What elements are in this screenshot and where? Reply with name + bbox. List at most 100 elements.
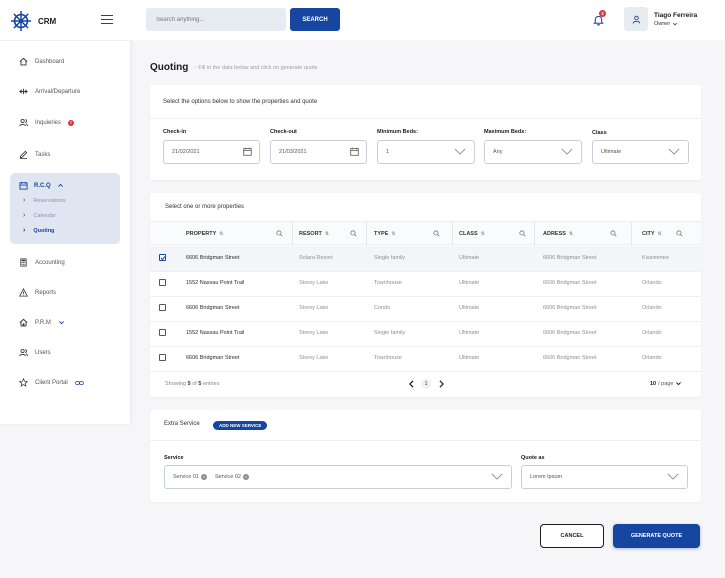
sidebar-item-client-portal[interactable]: Client Portal (19, 378, 84, 387)
sidebar-subitem-quoting[interactable]: › Quoting (23, 227, 54, 234)
sort-icon: ⇅ (324, 231, 330, 237)
filters-card: Select the options below to show the pro… (150, 85, 701, 180)
column-header-property[interactable]: PROPERTY ⇅ (186, 222, 223, 246)
max-beds-label: Maximum Beds: (484, 129, 527, 135)
sidebar-item-accounting[interactable]: Accounting (19, 258, 65, 267)
column-header-resort[interactable]: RESORT ⇅ (299, 222, 329, 246)
chevron-right-icon: › (23, 197, 26, 204)
chevron-right-icon: › (23, 227, 26, 234)
max-beds-select[interactable]: Any (484, 140, 582, 164)
subitem-label: Quoting (33, 227, 55, 234)
sort-icon: ⇅ (568, 231, 574, 237)
table-row[interactable]: 6606 Bridgman Street Storey Lake Townhou… (150, 346, 701, 371)
sidebar-item-rcq[interactable]: R.C.Q (19, 181, 64, 190)
sidebar-item-label: P.R.M (35, 319, 51, 326)
close-icon[interactable]: × (243, 474, 249, 480)
add-new-service-button[interactable]: ADD NEW SERVICE (213, 421, 268, 430)
cell-type: Single family (374, 255, 406, 261)
column-divider (534, 222, 535, 246)
calculator-icon (20, 258, 27, 267)
column-header-city[interactable]: CITY ⇅ (642, 222, 662, 246)
table-row[interactable]: 1552 Nassau Point Trail Storey Lake Town… (150, 271, 701, 296)
service-tag-label: Service 02 (215, 474, 241, 480)
card-divider (150, 440, 701, 441)
search-icon[interactable] (276, 230, 283, 237)
header-label: RESORT (299, 231, 322, 237)
row-checkbox[interactable] (159, 254, 166, 261)
sidebar-item-dashboard[interactable]: Dashboard (19, 57, 64, 66)
quote-as-select[interactable]: Lorem Ipsum (521, 465, 688, 489)
cell-address: 6606 Bridgman Street (543, 330, 597, 336)
sidebar-item-reports[interactable]: Reports (19, 288, 56, 297)
checkin-date-field[interactable]: 21/02/2021 (163, 140, 260, 164)
user-icon (632, 15, 640, 24)
sidebar-item-tasks[interactable]: Tasks (19, 150, 50, 159)
sidebar-divider (0, 40, 130, 41)
search-icon[interactable] (519, 230, 526, 237)
page-size-select[interactable]: 10 / page (650, 380, 682, 387)
chevron-right-icon: › (23, 212, 26, 219)
max-beds-value: Any (493, 149, 503, 155)
column-header-address[interactable]: ADRESS ⇅ (543, 222, 573, 246)
table-row[interactable]: 6606 Bridgman Street Storey Lake Condo U… (150, 296, 701, 321)
cell-class: Ultimate (459, 355, 480, 361)
search-icon[interactable] (433, 230, 440, 237)
users-icon (19, 118, 28, 127)
card-divider (150, 118, 701, 119)
row-checkbox[interactable] (159, 279, 166, 286)
sidebar-item-inquieries[interactable]: Inquieries ! (19, 118, 75, 127)
row-checkbox[interactable] (159, 304, 166, 311)
search-icon[interactable] (350, 230, 357, 237)
column-header-type[interactable]: TYPE ⇅ (374, 222, 396, 246)
summary-suffix: entries (202, 381, 220, 387)
search-icon[interactable] (676, 230, 683, 237)
chevron-left-icon[interactable] (408, 380, 415, 388)
cell-address: 6606 Bridgman Street (543, 355, 597, 361)
pagination-page[interactable]: 1 (421, 379, 431, 389)
search-input[interactable] (146, 8, 286, 31)
table-row[interactable]: 6606 Bridgman Street Solara Resort Singl… (150, 246, 701, 271)
chevron-right-icon[interactable] (438, 380, 445, 388)
min-beds-select[interactable]: 1 (377, 140, 475, 164)
service-multiselect[interactable]: Service 01 × Service 02 × (164, 465, 512, 489)
table-header: PROPERTY ⇅ RESORT ⇅ TYPE ⇅ CLASS ⇅ ADRESS ⇅ C… (150, 221, 701, 246)
filters-title: Select the options below to show the pro… (163, 99, 318, 105)
row-checkbox[interactable] (159, 354, 166, 361)
sidebar-item-label: Client Portal (35, 379, 68, 386)
sidebar-item-arrival-departure[interactable]: Arrival/Departure (19, 87, 80, 96)
cancel-button[interactable]: CANCEL (540, 524, 604, 548)
column-divider (292, 222, 293, 246)
menu-toggle-button[interactable] (101, 15, 113, 25)
checkout-date-field[interactable]: 21/03/2021 (270, 140, 367, 164)
generate-quote-button[interactable]: GENERATE QUOTE (613, 524, 700, 548)
extra-service-title: Extra Service (164, 421, 200, 427)
header-label: ADRESS (543, 231, 566, 237)
table-row[interactable]: 1552 Nassau Point Trail Storey Lake Sing… (150, 321, 701, 346)
row-checkbox[interactable] (159, 329, 166, 336)
class-select[interactable]: Ultimate (592, 140, 689, 164)
sidebar-item-prm[interactable]: P.R.M (19, 318, 65, 327)
sidebar-subitem-reservations[interactable]: › Reservations (23, 197, 65, 204)
sidebar-item-label: Inquieries (35, 119, 62, 126)
home-icon (19, 57, 28, 66)
header-label: TYPE (374, 231, 389, 237)
header-label: CITY (642, 231, 655, 237)
search-icon[interactable] (610, 230, 617, 237)
avatar[interactable] (624, 7, 648, 31)
close-icon[interactable]: × (201, 474, 207, 480)
search-button[interactable]: SEARCH (290, 8, 340, 31)
column-divider (452, 222, 453, 246)
hamburger-line (101, 18, 113, 21)
sidebar-item-users[interactable]: Users (19, 348, 51, 357)
user-role-dropdown[interactable]: Owner (654, 21, 678, 27)
cell-address: 6606 Bridgman Street (543, 280, 597, 286)
column-header-class[interactable]: CLASS ⇅ (459, 222, 485, 246)
hamburger-icon (101, 15, 113, 17)
sidebar-subitem-calendar[interactable]: › Calendar (23, 212, 56, 219)
sort-icon: ⇅ (657, 231, 662, 237)
cell-class: Ultimate (459, 255, 480, 261)
cell-property: 6606 Bridgman Street (186, 255, 240, 261)
sidebar-item-label: Accounting (35, 259, 65, 266)
cell-resort: Storey Lake (299, 330, 329, 336)
notifications-button[interactable]: 2 (593, 10, 606, 26)
